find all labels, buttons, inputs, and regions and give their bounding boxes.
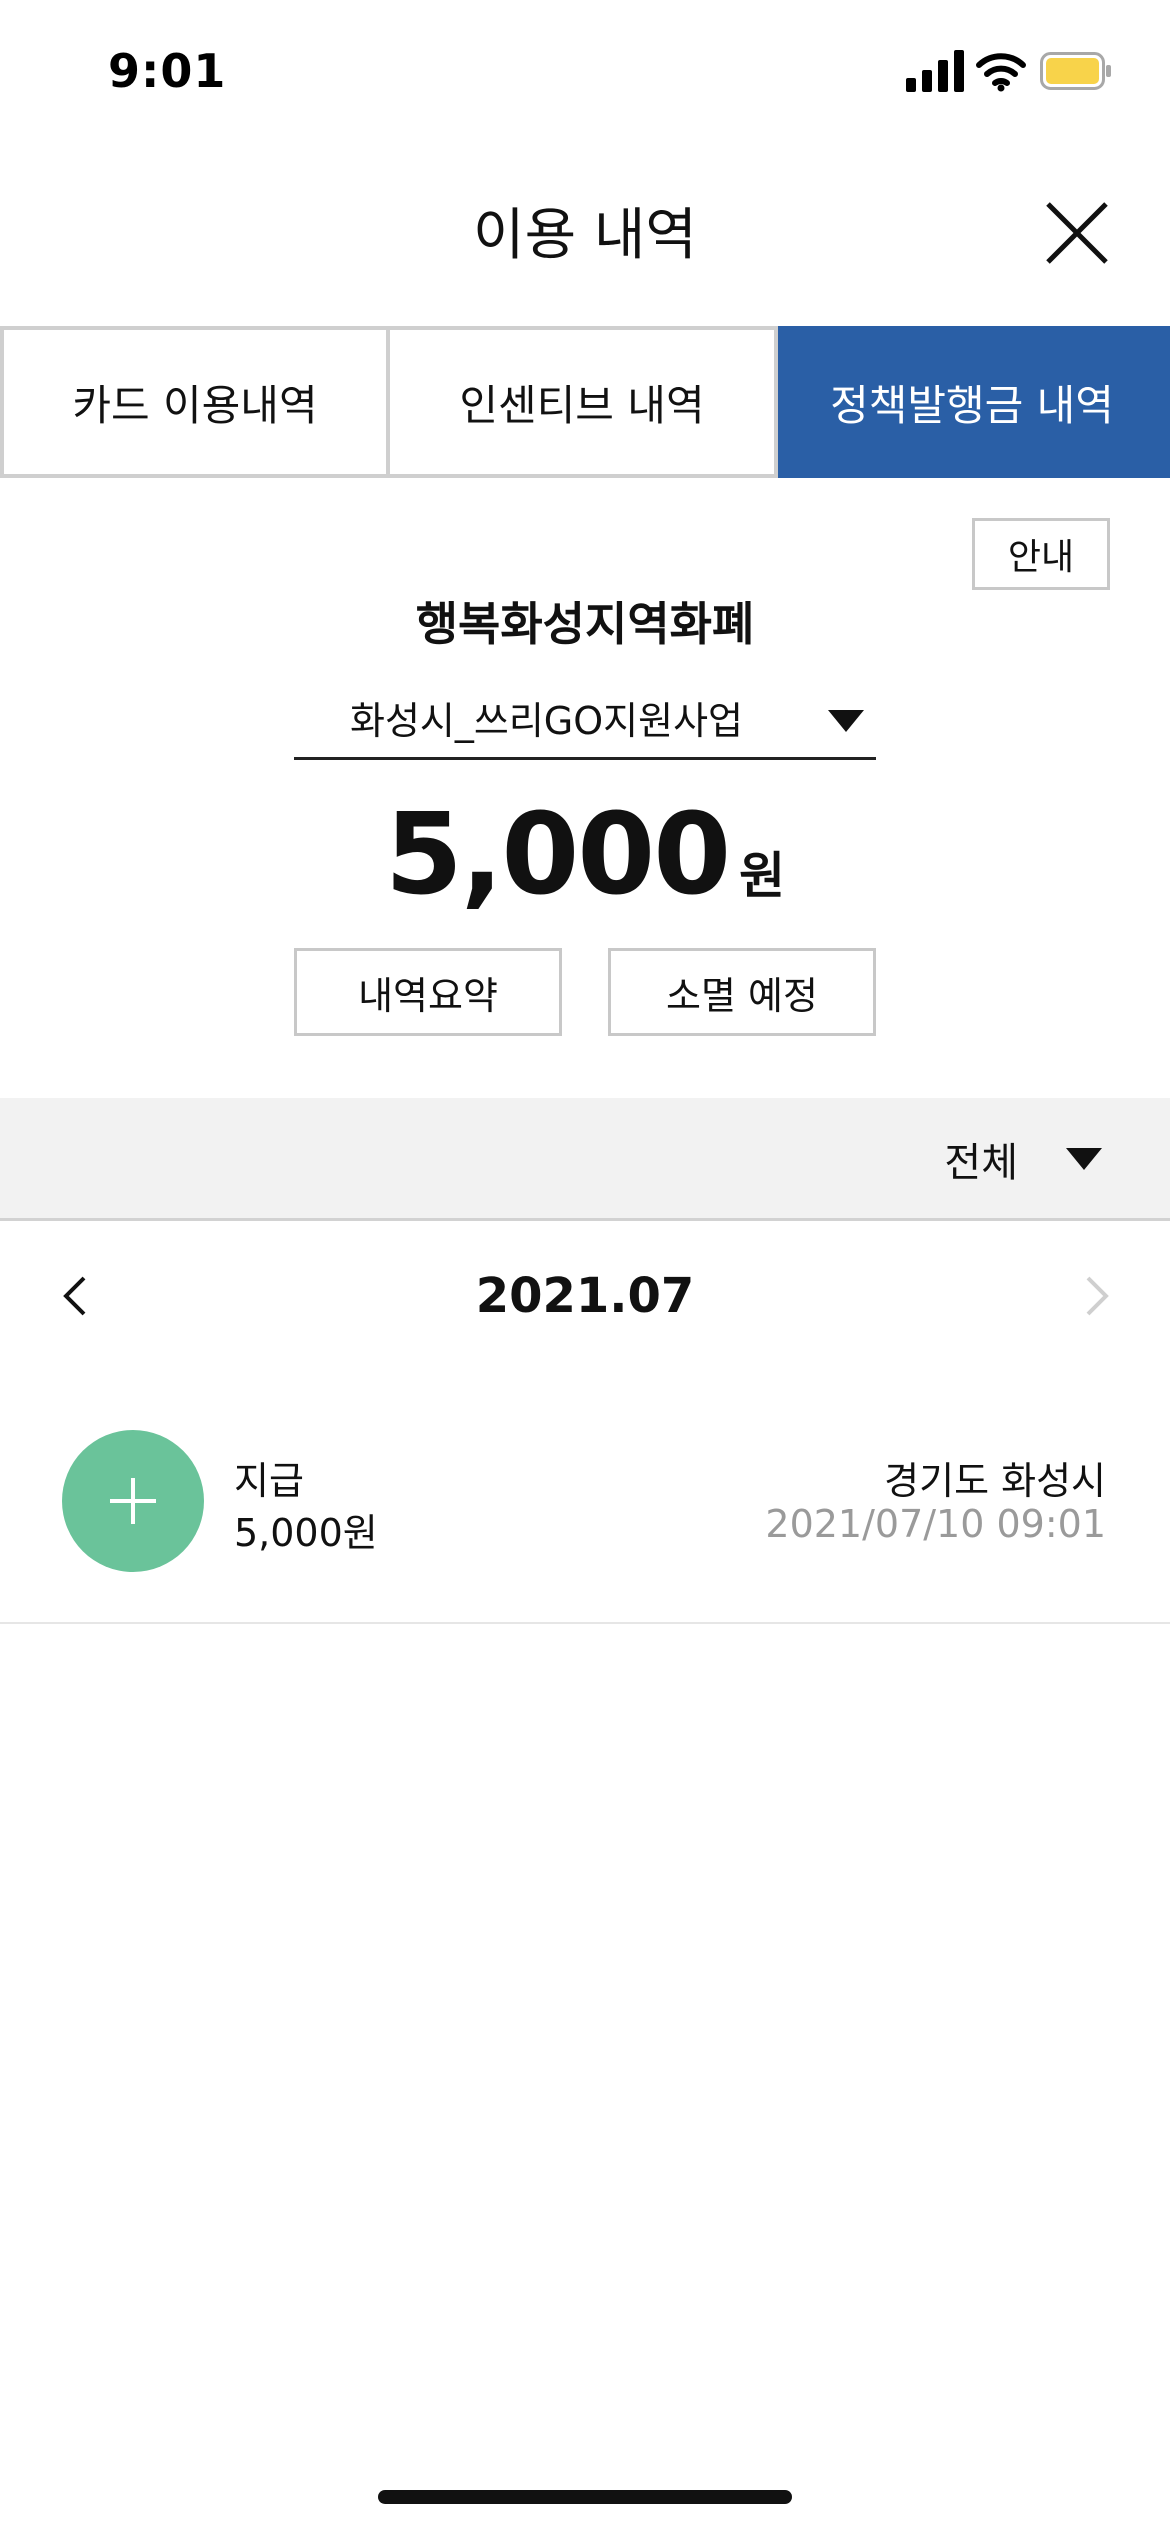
page-title: 이용 내역 (473, 203, 697, 268)
status-time: 9:01 (108, 44, 227, 98)
wifi-icon (976, 53, 1026, 92)
dropdown-caret-icon[interactable] (1066, 1148, 1102, 1170)
expiry-button[interactable]: 소멸 예정 (608, 948, 876, 1036)
cellular-signal-icon (906, 50, 964, 92)
balance-unit: 원 (739, 847, 786, 905)
transaction-datetime: 2021/07/10 09:01 (765, 1502, 1106, 1546)
transaction-type: 지급 (234, 1459, 304, 1503)
battery-icon (1040, 52, 1111, 90)
tab-incentive[interactable]: 인센티브 내역 (390, 326, 778, 478)
chevron-right-icon[interactable] (1082, 1274, 1112, 1318)
guide-button[interactable]: 안내 (972, 518, 1110, 590)
tab-card-usage[interactable]: 카드 이용내역 (0, 326, 390, 478)
month-label: 2021.07 (475, 1268, 695, 1324)
program-select[interactable]: 화성시_쓰리GO지원사업 (294, 686, 876, 760)
transaction-amount: 5,000원 (234, 1511, 378, 1555)
plus-icon (110, 1478, 156, 1524)
dropdown-caret-icon (828, 710, 864, 732)
home-indicator (378, 2490, 792, 2504)
balance-value: 5,000 (384, 790, 731, 920)
program-select-value: 화성시_쓰리GO지원사업 (350, 699, 743, 743)
history-tabs: 카드 이용내역 인센티브 내역 정책발행금 내역 (0, 326, 1170, 478)
transaction-place: 경기도 화성시 (884, 1459, 1106, 1503)
close-icon[interactable] (1044, 200, 1110, 266)
balance-amount: 5,000 원 (0, 790, 1170, 920)
row-divider (0, 1622, 1170, 1624)
summary-button[interactable]: 내역요약 (294, 948, 562, 1036)
currency-name: 행복화성지역화폐 (415, 597, 755, 651)
tab-policy-fund[interactable]: 정책발행금 내역 (778, 326, 1170, 478)
transaction-type-icon (62, 1430, 204, 1572)
filter-select[interactable]: 전체 (944, 1130, 1018, 1188)
